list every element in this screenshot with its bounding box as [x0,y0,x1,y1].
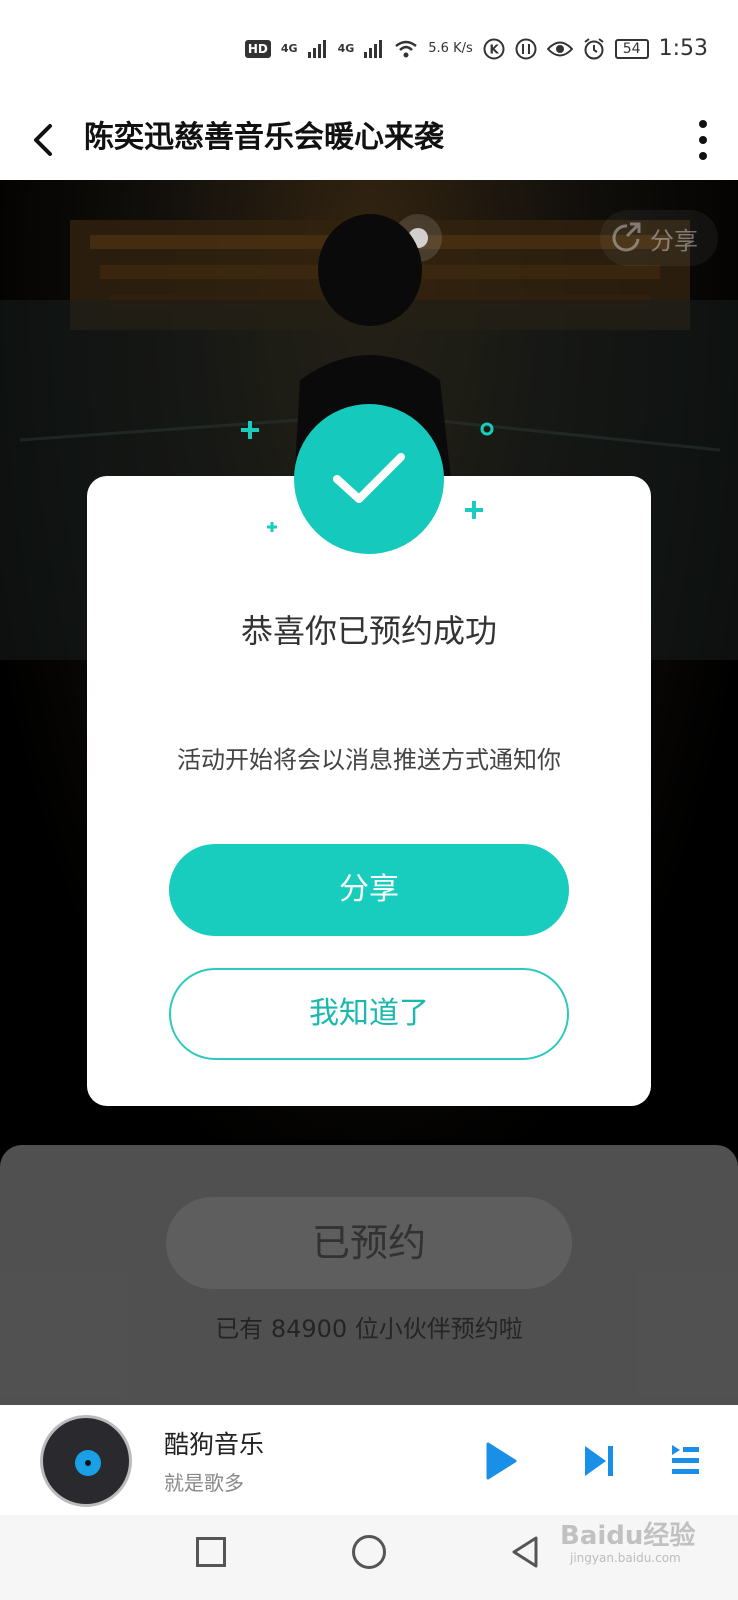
watermark-domain: jingyan.baidu.com [570,1551,681,1565]
k-app-icon: K [483,38,505,59]
wifi-icon [395,40,418,57]
album-disc[interactable] [40,1415,132,1507]
share-button[interactable]: 分享 [169,844,569,936]
back-arrow-icon[interactable] [26,118,66,162]
disc-hole [85,1460,91,1466]
nav-back-icon[interactable] [510,1535,540,1569]
sparkle-plus-icon [241,421,259,439]
sparkle-plus-small-icon [267,522,277,532]
clock: 1:53 [658,36,708,61]
hd-badge: HD [244,39,271,58]
battery-icon: 54 [614,38,649,59]
status-bar: HD 4G 4G 5.6 K/s K 54 1:53 [0,0,738,100]
recent-apps-icon[interactable] [196,1537,226,1567]
next-track-icon[interactable] [582,1443,616,1479]
network-4g-2: 4G [337,42,355,55]
signal-icon-2 [364,39,383,58]
svg-text:K: K [489,42,499,56]
app-header: 陈奕迅慈善音乐会暖心来袭 [0,100,738,180]
home-icon[interactable] [352,1535,386,1569]
system-nav-bar: Baidu经验 jingyan.baidu.com [0,1515,738,1600]
more-options-icon[interactable] [690,116,716,164]
dialog-message: 活动开始将会以消息推送方式通知你 [177,746,561,774]
got-it-button[interactable]: 我知道了 [169,968,569,1060]
alarm-icon [584,37,604,59]
page-title: 陈奕迅慈善音乐会暖心来袭 [84,120,444,155]
player-subtitle: 就是歌多 [164,1471,244,1495]
success-dialog: 恭喜你已预约成功 活动开始将会以消息推送方式通知你 分享 我知道了 [87,476,651,1106]
success-check-badge [294,404,444,554]
data-saver-icon [515,38,537,59]
mini-player[interactable]: 酷狗音乐 就是歌多 [0,1405,738,1515]
disc-label [75,1450,101,1476]
status-icons: HD 4G 4G 5.6 K/s K 54 1:53 [244,36,708,61]
dialog-title: 恭喜你已预约成功 [240,612,497,650]
player-title: 酷狗音乐 [164,1430,265,1459]
sparkle-plus-right-icon [465,501,483,519]
network-4g-1: 4G [280,42,298,55]
network-speed: 5.6 K/s [428,41,473,56]
eye-icon [546,41,573,56]
checkmark-icon [333,453,405,503]
signal-icon [307,39,326,58]
sparkle-ring-icon [480,422,494,436]
play-icon[interactable] [484,1441,518,1481]
watermark-logo: Baidu经验 [560,1521,696,1551]
playlist-icon[interactable] [670,1443,700,1477]
